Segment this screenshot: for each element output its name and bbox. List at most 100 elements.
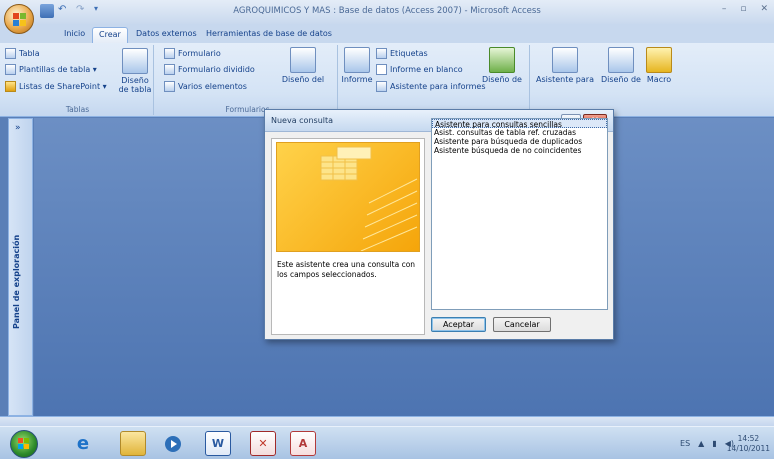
tab-herramientas[interactable]: Herramientas de base de datos [200, 27, 338, 43]
asistente-para-label: Asistente para [536, 75, 594, 84]
informe-label: Informe [341, 75, 373, 84]
report-wizard-icon [376, 81, 387, 92]
tab-datos-externos[interactable]: Datos externos [130, 27, 203, 43]
play-icon [165, 435, 181, 452]
informe-blanco-label: Informe en blanco [390, 65, 463, 74]
sharepoint-icon [5, 81, 16, 92]
macro-button[interactable]: Macro [644, 47, 674, 84]
form-icon [164, 48, 175, 59]
group-informes: Informe Etiquetas Informe en blanco Asis… [340, 45, 530, 115]
formulario-button[interactable]: Formulario [164, 48, 221, 59]
diseno-tabla-label-2: de tabla [118, 85, 152, 94]
group-tablas: Tabla Plantillas de tabla ▾ Listas de Sh… [2, 45, 154, 115]
list-item[interactable]: Asistente para consultas sencillas [432, 119, 607, 129]
tabla-button[interactable]: Tabla [5, 48, 40, 59]
language-indicator[interactable]: ES [680, 439, 690, 448]
table-templates-icon [5, 64, 16, 75]
diseno-informe-label: Diseño de [482, 75, 522, 84]
sharepoint-label: Listas de SharePoint ▾ [19, 82, 107, 91]
etiquetas-label: Etiquetas [390, 49, 428, 58]
plantillas-button[interactable]: Plantillas de tabla ▾ [5, 64, 97, 75]
tab-crear[interactable]: Crear [92, 27, 128, 43]
minimize-button[interactable]: – [722, 4, 727, 14]
plantillas-label: Plantillas de tabla ▾ [19, 65, 97, 74]
navigation-pane-label: Panel de exploración [12, 234, 21, 329]
group-formularios: Formulario Formulario dividido Varios el… [158, 45, 338, 115]
multiple-items-icon [164, 81, 175, 92]
formulario-dividido-label: Formulario dividido [178, 65, 255, 74]
window-controls: – ▫ ✕ [722, 4, 768, 14]
navigation-pane[interactable]: » Panel de exploración [8, 118, 33, 416]
table-design-icon [122, 48, 148, 74]
network-icon[interactable]: ▮ [712, 439, 716, 448]
clock[interactable]: 14:52 14/10/2011 [727, 434, 770, 454]
diseno-formulario-button[interactable]: Diseño del [270, 47, 336, 84]
office-button[interactable] [4, 4, 34, 34]
taskbar: e W ✕ A ES ▲ ▮ ◀) 14:52 14/10/2011 [0, 426, 774, 459]
preview-panel: Este asistente crea una consulta con los… [271, 138, 425, 335]
windows-logo-icon [18, 438, 29, 449]
table-icon [5, 48, 16, 59]
report-icon [344, 47, 370, 73]
form-design-icon [290, 47, 316, 73]
report-design-icon [489, 47, 515, 73]
asistente-informes-button[interactable]: Asistente para informes [376, 81, 486, 92]
title-bar: ↶ ↷ ▾ AGROQUIMICOS Y MAS : Base de datos… [0, 0, 774, 34]
formulario-label: Formulario [178, 49, 221, 58]
varios-elementos-button[interactable]: Varios elementos [164, 81, 247, 92]
diseno-tabla-button[interactable]: Diseño de tabla [117, 48, 153, 94]
sharepoint-lists-button[interactable]: Listas de SharePoint ▾ [5, 81, 107, 92]
list-item[interactable]: Asist. consultas de tabla ref. cruzadas [432, 128, 607, 137]
list-item[interactable]: Asistente para búsqueda de duplicados [432, 137, 607, 146]
aceptar-button[interactable]: Aceptar [431, 317, 486, 332]
start-button[interactable] [10, 430, 38, 458]
query-type-list[interactable]: Asistente para consultas sencillas Asist… [431, 118, 608, 310]
tabla-label: Tabla [19, 49, 40, 58]
diseno-consulta-button[interactable]: Diseño de [596, 47, 646, 84]
dialog-title: Nueva consulta [271, 116, 334, 125]
clock-date: 14/10/2011 [726, 444, 770, 453]
cancelar-button[interactable]: Cancelar [493, 317, 551, 332]
macro-icon [646, 47, 672, 73]
informe-blanco-button[interactable]: Informe en blanco [376, 64, 463, 75]
word-icon[interactable]: W [205, 431, 231, 456]
window-title: AGROQUIMICOS Y MAS : Base de datos (Acce… [233, 6, 541, 16]
office-logo-icon [13, 13, 26, 26]
internet-explorer-icon[interactable]: e [70, 431, 96, 456]
wizard-description: Este asistente crea una consulta con los… [277, 260, 416, 279]
list-item[interactable]: Asistente búsqueda de no coincidentes [432, 146, 607, 155]
diseno-del-label: Diseño del [281, 75, 325, 84]
split-form-icon [164, 64, 175, 75]
close-window-button[interactable]: ✕ [760, 4, 768, 14]
asistente-consultas-button[interactable]: Asistente para [534, 47, 596, 84]
status-bar [0, 416, 774, 426]
tab-inicio[interactable]: Inicio [58, 27, 91, 43]
maximize-button[interactable]: ▫ [740, 4, 746, 14]
nueva-consulta-dialog: Nueva consulta ? ✕ Este asistente crea u… [264, 109, 614, 340]
blank-report-icon [376, 64, 387, 75]
varios-elementos-label: Varios elementos [178, 82, 247, 91]
expand-chevron-icon[interactable]: » [15, 123, 21, 133]
access-icon[interactable]: A [290, 431, 316, 456]
macro-label: Macro [646, 75, 672, 84]
ribbon-tabs: Inicio Crear Datos externos Herramientas… [0, 24, 774, 43]
group-otros: Asistente para Diseño de Macro [532, 45, 674, 115]
clock-time: 14:52 [737, 434, 760, 443]
wizard-preview-image [276, 142, 420, 252]
formulario-dividido-button[interactable]: Formulario dividido [164, 64, 255, 75]
query-preview-icon [320, 146, 418, 251]
group-tablas-label: Tablas [65, 105, 90, 114]
diseno-consulta-label: Diseño de [601, 75, 641, 84]
asistente-informes-label: Asistente para informes [390, 82, 486, 91]
diseno-informe-button[interactable]: Diseño de [478, 47, 526, 84]
informe-button[interactable]: Informe [340, 47, 374, 84]
etiquetas-button[interactable]: Etiquetas [376, 48, 428, 59]
query-wizard-icon [552, 47, 578, 73]
query-design-icon [608, 47, 634, 73]
chart-app-icon[interactable]: ✕ [250, 431, 276, 456]
file-explorer-icon[interactable] [120, 431, 146, 456]
media-player-icon[interactable] [160, 431, 186, 456]
ribbon: Tabla Plantillas de tabla ▾ Listas de Sh… [0, 43, 774, 117]
diseno-tabla-label-1: Diseño [121, 76, 149, 85]
show-hidden-icons-icon[interactable]: ▲ [698, 439, 704, 448]
